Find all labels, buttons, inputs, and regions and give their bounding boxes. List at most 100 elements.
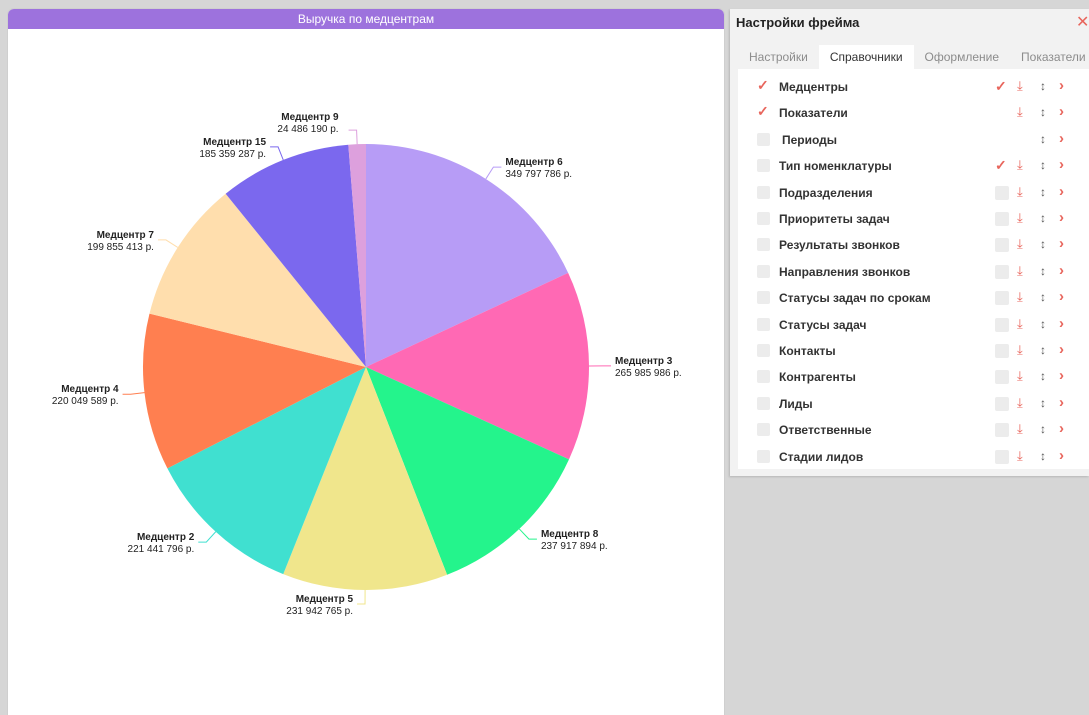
download-icon[interactable]: ⤓ [1017, 157, 1023, 173]
slice-label: Медцентр 9 [281, 112, 339, 123]
download-icon[interactable]: ⤓ [1017, 236, 1023, 252]
chevron-right-icon[interactable]: › [1059, 288, 1064, 305]
row-checkbox[interactable] [757, 291, 770, 305]
tab-settings[interactable]: Настройки [738, 45, 819, 69]
chevron-right-icon[interactable]: › [1059, 209, 1064, 226]
reference-row[interactable]: Подразделения ⤓ ↕ › [738, 181, 1089, 207]
sort-icon[interactable]: ↕ [1040, 317, 1046, 331]
tab-indicators[interactable]: Показатели [1010, 45, 1089, 69]
reference-row[interactable]: ✓ Медцентры ✓ ⤓ ↕ › [738, 75, 1089, 101]
sort-icon[interactable]: ↕ [1040, 158, 1046, 172]
chevron-right-icon[interactable]: › [1059, 183, 1064, 200]
chevron-right-icon[interactable]: › [1059, 103, 1064, 120]
row-checkbox[interactable] [757, 370, 770, 384]
reference-row[interactable]: Статусы задач по срокам ⤓ ↕ › [738, 286, 1089, 312]
reference-row[interactable]: Ответственные ⤓ ↕ › [738, 418, 1089, 444]
row-toggle[interactable]: ✓ [995, 158, 1009, 173]
reference-row[interactable]: Контакты ⤓ ↕ › [738, 339, 1089, 365]
row-toggle[interactable] [995, 423, 1009, 438]
slice-label: Медцентр 15 [203, 137, 266, 148]
reference-row[interactable]: Периоды ↕ › [738, 128, 1089, 154]
row-toggle[interactable] [995, 370, 1009, 385]
row-checkbox[interactable] [757, 317, 770, 331]
download-icon[interactable]: ⤓ [1017, 210, 1023, 226]
row-toggle[interactable] [995, 317, 1009, 332]
row-toggle[interactable] [995, 396, 1009, 411]
chevron-right-icon[interactable]: › [1059, 367, 1064, 384]
download-icon[interactable]: ⤓ [1017, 421, 1023, 437]
download-icon[interactable]: ⤓ [1017, 78, 1023, 94]
row-toggle[interactable] [995, 185, 1009, 200]
sort-icon[interactable]: ↕ [1040, 185, 1046, 199]
download-icon[interactable]: ⤓ [1017, 184, 1023, 200]
row-checkbox[interactable]: ✓ [757, 77, 770, 93]
sort-icon[interactable]: ↕ [1040, 237, 1046, 251]
row-toggle[interactable] [995, 264, 1009, 279]
sort-icon[interactable]: ↕ [1040, 79, 1046, 93]
row-toggle[interactable]: ✓ [995, 79, 1009, 94]
reference-row[interactable]: Приоритеты задач ⤓ ↕ › [738, 207, 1089, 233]
sort-icon[interactable]: ↕ [1040, 264, 1046, 278]
row-checkbox[interactable] [757, 212, 770, 225]
reference-row[interactable]: Тип номенклатуры ✓ ⤓ ↕ › [738, 154, 1089, 180]
row-label: Контрагенты [779, 370, 856, 385]
row-checkbox[interactable] [757, 344, 770, 357]
sort-icon[interactable]: ↕ [1040, 369, 1046, 383]
sort-icon[interactable]: ↕ [1040, 132, 1046, 146]
chevron-right-icon[interactable]: › [1059, 262, 1064, 279]
download-icon[interactable]: ⤓ [1017, 316, 1023, 332]
row-toggle[interactable] [995, 238, 1009, 253]
sort-icon[interactable]: ↕ [1040, 343, 1046, 357]
reference-row[interactable]: Статусы задач ⤓ ↕ › [738, 313, 1089, 339]
row-toggle[interactable] [995, 344, 1009, 358]
reference-row[interactable]: Лиды ⤓ ↕ › [738, 392, 1089, 418]
row-checkbox[interactable] [757, 396, 770, 410]
chevron-right-icon[interactable]: › [1059, 156, 1064, 173]
row-checkbox[interactable]: ✓ [757, 103, 770, 119]
row-label: Подразделения [779, 185, 873, 200]
row-checkbox[interactable] [757, 238, 770, 252]
row-checkbox[interactable] [757, 449, 770, 463]
row-checkbox[interactable] [757, 185, 770, 199]
download-icon[interactable]: ⤓ [1017, 289, 1023, 305]
chevron-right-icon[interactable]: › [1059, 77, 1064, 94]
sort-icon[interactable]: ↕ [1040, 211, 1046, 225]
download-icon[interactable]: ⤓ [1017, 368, 1023, 384]
slice-value: 24 486 190 р. [277, 124, 338, 135]
settings-tabs: Настройки Справочники Оформление Показат… [738, 45, 1089, 69]
chevron-right-icon[interactable]: › [1059, 447, 1064, 464]
download-icon[interactable]: ⤓ [1017, 342, 1023, 358]
download-icon[interactable]: ⤓ [1017, 104, 1023, 120]
row-checkbox[interactable] [757, 423, 770, 437]
chevron-right-icon[interactable]: › [1059, 130, 1064, 147]
download-icon[interactable]: ⤓ [1017, 263, 1023, 279]
close-icon[interactable]: ✕ [1076, 12, 1089, 32]
row-label: Приоритеты задач [779, 212, 890, 226]
row-label: Ответственные [779, 423, 872, 438]
sort-icon[interactable]: ↕ [1040, 105, 1046, 119]
chevron-right-icon[interactable]: › [1059, 235, 1064, 252]
chevron-right-icon[interactable]: › [1059, 420, 1064, 437]
sort-icon[interactable]: ↕ [1040, 422, 1046, 436]
sort-icon[interactable]: ↕ [1040, 290, 1046, 304]
row-checkbox[interactable] [757, 159, 770, 173]
reference-row[interactable]: Направления звонков ⤓ ↕ › [738, 260, 1089, 286]
sort-icon[interactable]: ↕ [1040, 396, 1046, 410]
chevron-right-icon[interactable]: › [1059, 315, 1064, 332]
sort-icon[interactable]: ↕ [1040, 449, 1046, 463]
chevron-right-icon[interactable]: › [1059, 341, 1064, 358]
reference-row[interactable]: Контрагенты ⤓ ↕ › [738, 365, 1089, 391]
row-toggle[interactable] [995, 291, 1009, 306]
tab-appearance[interactable]: Оформление [914, 45, 1010, 69]
tab-references[interactable]: Справочники [818, 45, 914, 69]
row-toggle[interactable] [995, 449, 1009, 464]
reference-row[interactable]: Стадии лидов ⤓ ↕ › [738, 445, 1089, 471]
reference-row[interactable]: ✓ Показатели ⤓ ↕ › [738, 101, 1089, 127]
row-toggle[interactable] [995, 212, 1009, 226]
row-checkbox[interactable] [757, 264, 770, 278]
reference-row[interactable]: Результаты звонков ⤓ ↕ › [738, 233, 1089, 259]
row-checkbox[interactable] [757, 132, 770, 146]
download-icon[interactable]: ⤓ [1017, 448, 1023, 464]
chevron-right-icon[interactable]: › [1059, 394, 1064, 411]
download-icon[interactable]: ⤓ [1017, 395, 1023, 411]
